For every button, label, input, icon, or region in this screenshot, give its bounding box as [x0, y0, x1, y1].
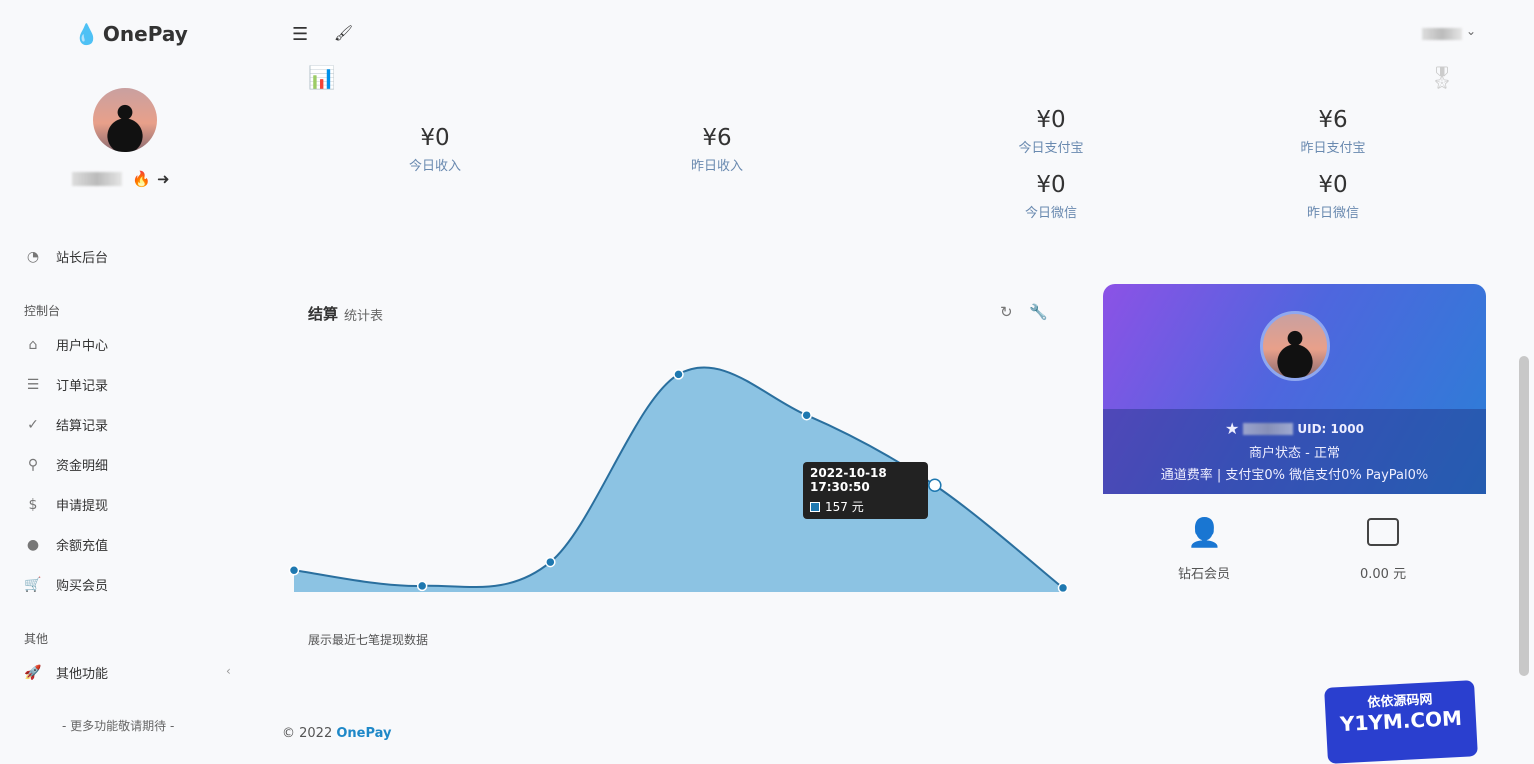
merchant-status: 商户状态 - 正常 [1249, 446, 1340, 461]
channel-rates: 通道费率 | 支付宝0% 微信支付0% PayPal0% [1160, 468, 1429, 483]
chart-point [288, 564, 300, 576]
card-avatar [1260, 311, 1330, 381]
chart-point [416, 580, 428, 592]
wallet-icon [1367, 518, 1399, 546]
member-level: 钻石会员 [1178, 567, 1231, 582]
chart-note: 展示最近七笔提现数据 [308, 633, 429, 647]
chart-point [545, 556, 556, 568]
profile-card: ★ UID: 1000 商户状态 - 正常 通道费率 | 支付宝0% 微信支付0%… [1103, 284, 1486, 494]
uid: UID: 1000 [1297, 421, 1364, 436]
balance: 0.00 元 [1360, 567, 1407, 582]
chart-point [1057, 582, 1069, 594]
chart-point [928, 478, 942, 492]
chart-area [294, 367, 1063, 592]
user-icon: 👤 [1187, 516, 1222, 549]
watermark-logo: 依依源码网 Y1YM.COM [1324, 680, 1478, 764]
copyright: © 2022 OnePay [282, 726, 392, 741]
chart-point [801, 409, 812, 421]
scrollbar[interactable] [1519, 356, 1529, 676]
star-icon: ★ [1225, 419, 1240, 438]
chart-point [673, 369, 684, 380]
chart-tooltip: 2022-10-18 17:30:50 157 元 [803, 462, 928, 519]
card-username [1243, 422, 1294, 435]
